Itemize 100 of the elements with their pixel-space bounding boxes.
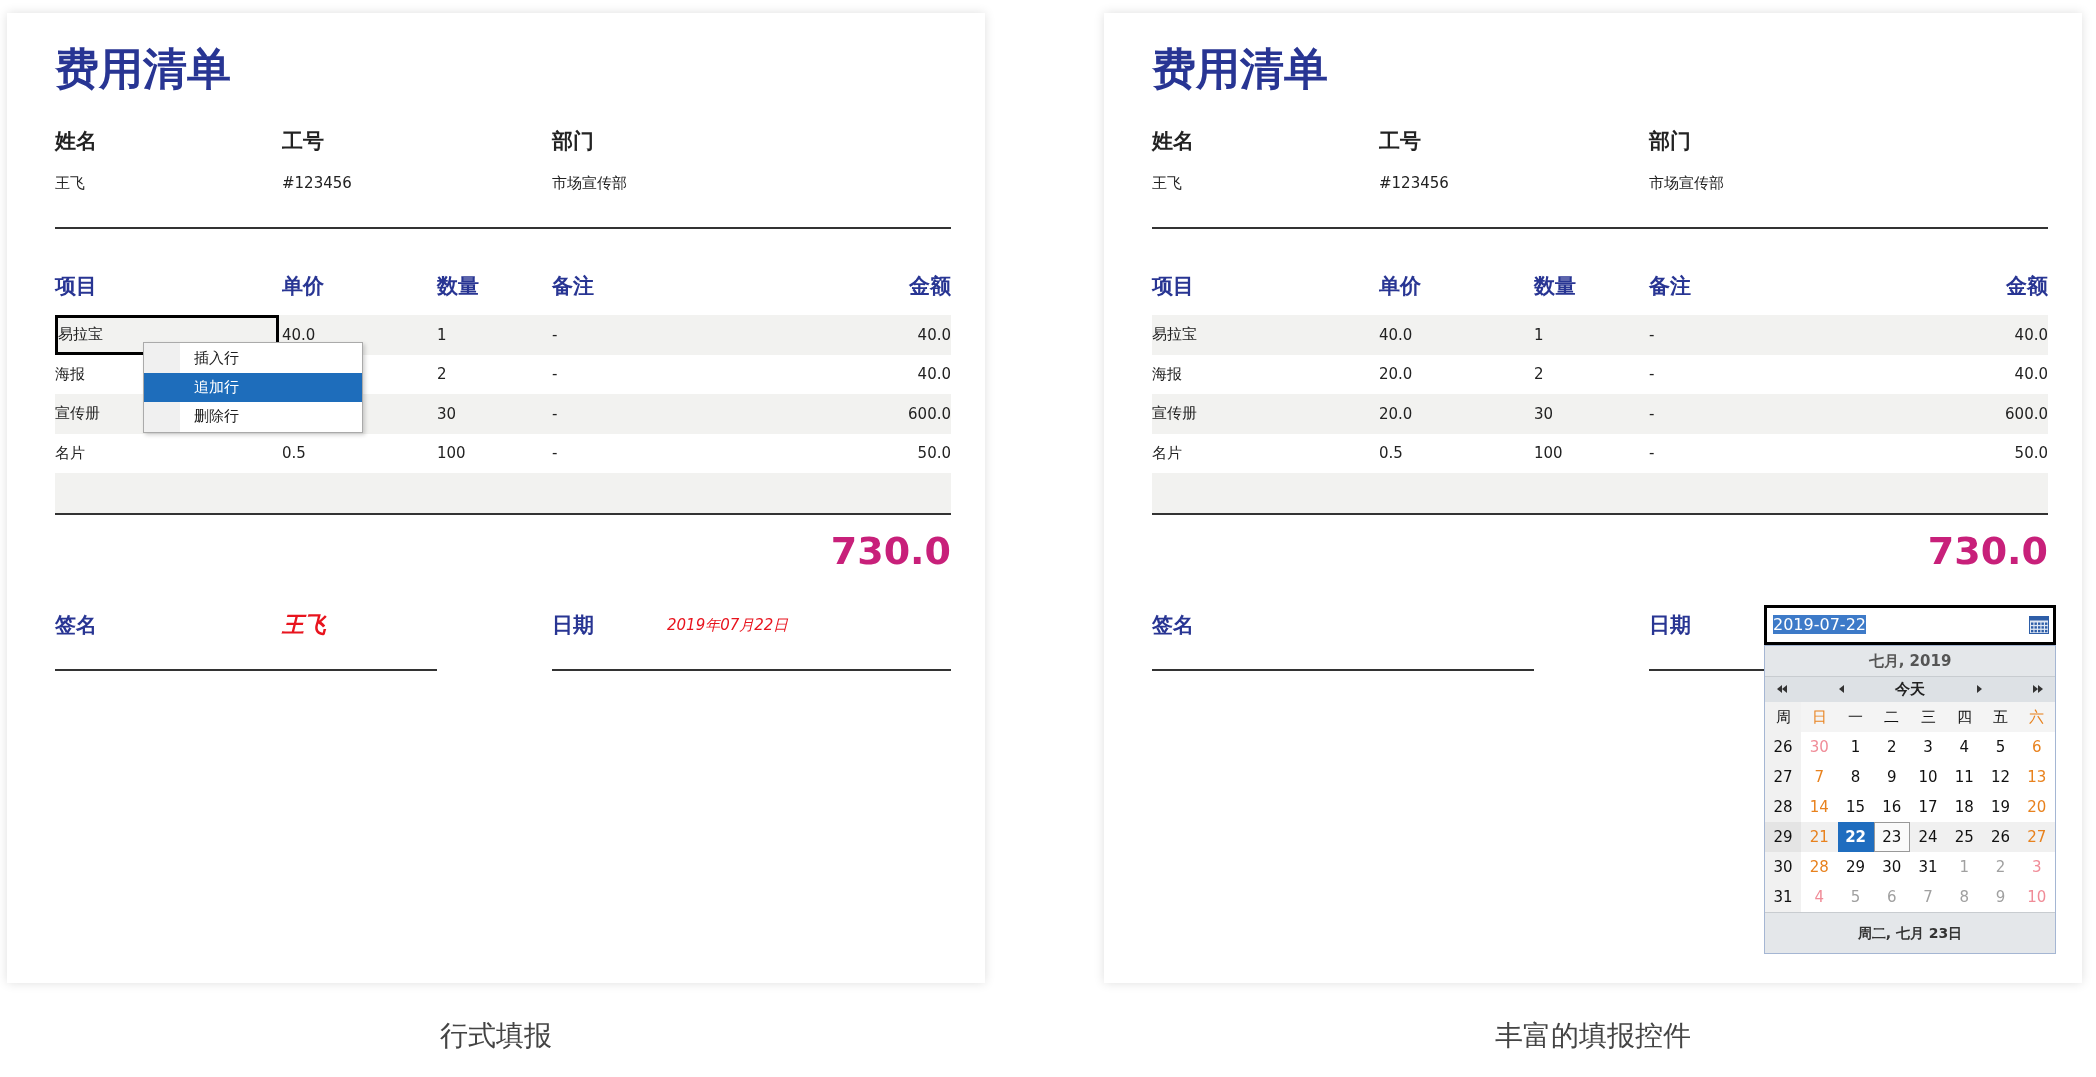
table-cell: - [1649, 365, 1655, 384]
table-cell: 50.0 [917, 444, 951, 463]
weekday-label: 三 [1910, 701, 1947, 732]
calendar-day[interactable]: 15 [1837, 791, 1874, 822]
calendar-day[interactable]: 29 [1837, 851, 1874, 882]
calendar-day[interactable]: 1 [1837, 731, 1874, 762]
menu-item[interactable]: 追加行 [144, 373, 362, 402]
table-cell: 40.0 [282, 325, 316, 344]
total-amount: 730.0 [830, 527, 951, 575]
column-header: 金额 [909, 273, 951, 300]
calendar-day[interactable]: 5 [1982, 731, 2019, 762]
date-label: 日期 [552, 611, 595, 639]
field-label: 姓名 [1152, 128, 1194, 155]
field-label: 姓名 [55, 128, 97, 155]
panel-caption: 丰富的填报控件 [1495, 1018, 1691, 1054]
table-cell[interactable]: 易拉宝 [1152, 325, 1197, 345]
column-header: 备注 [1649, 273, 1691, 300]
field-value: #123456 [1379, 173, 1449, 194]
calendar-day[interactable]: 12 [1982, 761, 2019, 792]
field-value: 王飞 [55, 173, 85, 194]
table-cell: - [1649, 325, 1655, 344]
table-cell: 30 [437, 404, 457, 423]
table-cell: 600.0 [2005, 404, 2048, 423]
signature-label: 签名 [1152, 611, 1195, 639]
table-cell: 2 [437, 365, 447, 384]
signature-label: 签名 [55, 611, 98, 639]
column-header: 数量 [1534, 273, 1576, 300]
week-number: 27 [1765, 761, 1802, 792]
calendar-day[interactable]: 8 [1837, 761, 1874, 792]
menu-item[interactable]: 删除行 [144, 402, 362, 431]
calendar-day[interactable]: 30 [1873, 851, 1910, 882]
table-cell: 40.0 [2014, 365, 2048, 384]
calendar-footer: 周二, 七月 23日 [1765, 911, 2055, 953]
calendar-day[interactable]: 2 [1873, 731, 1910, 762]
calendar-day[interactable]: 22 [1837, 821, 1874, 852]
calendar-day[interactable]: 17 [1910, 791, 1947, 822]
weekday-label: 四 [1946, 701, 1983, 732]
column-header: 备注 [552, 273, 594, 300]
table-cell: - [552, 365, 558, 384]
table-cell: 100 [437, 444, 466, 463]
calendar-day[interactable]: 16 [1873, 791, 1910, 822]
double-right-icon[interactable] [2033, 685, 2043, 693]
table-cell[interactable]: 宣传册 [1152, 404, 1197, 424]
table-cell: 30 [1534, 404, 1554, 423]
calendar-day[interactable]: 23 [1873, 821, 1910, 852]
table-cell: 100 [1534, 444, 1563, 463]
column-header: 金额 [2006, 273, 2048, 300]
calendar-day[interactable]: 19 [1982, 791, 2019, 822]
calendar-day[interactable]: 25 [1946, 821, 1983, 852]
calendar-icon[interactable] [2029, 615, 2049, 634]
date-text: 2019-07-22 [1773, 615, 1866, 634]
week-number: 28 [1765, 791, 1802, 822]
field-label: 部门 [552, 128, 594, 155]
calendar-day[interactable]: 26 [1982, 821, 2019, 852]
table-cell[interactable]: 海报 [1152, 364, 1182, 384]
double-left-icon[interactable] [1777, 685, 1787, 693]
calendar-day[interactable]: 31 [1910, 851, 1947, 882]
table-cell[interactable]: 名片 [55, 443, 85, 463]
field-value: 市场宣传部 [552, 173, 627, 194]
column-header: 单价 [282, 273, 324, 300]
signature-value: 王飞 [282, 610, 326, 639]
date-field[interactable]: 2019-07-22 [1764, 604, 2056, 645]
table-cell: 600.0 [908, 404, 951, 423]
left-arrow-icon[interactable] [1838, 685, 1844, 693]
calendar-day[interactable]: 18 [1946, 791, 1983, 822]
field-value: 王飞 [1152, 173, 1182, 194]
calendar-day[interactable]: 4 [1946, 731, 1983, 762]
week-number: 29 [1765, 821, 1802, 852]
table-cell[interactable]: 宣传册 [55, 404, 100, 424]
calendar-day[interactable]: 10 [1910, 761, 1947, 792]
calendar-day[interactable]: 24 [1910, 821, 1947, 852]
table-cell: 40.0 [917, 365, 951, 384]
table-cell: 2 [1534, 365, 1544, 384]
calendar-day[interactable]: 11 [1946, 761, 1983, 792]
table-cell: - [1649, 444, 1655, 463]
calendar-month-title[interactable]: 七月, 2019 [1765, 645, 2055, 677]
table-cell: - [552, 444, 558, 463]
week-number: 31 [1765, 881, 1802, 912]
table-cell: 40.0 [917, 325, 951, 344]
table-cell: 0.5 [1379, 444, 1403, 463]
today-button[interactable]: 今天 [1895, 679, 1925, 699]
total-amount: 730.0 [1927, 527, 2048, 575]
week-number: 30 [1765, 851, 1802, 882]
calendar-day[interactable]: 9 [1873, 761, 1910, 792]
calendar-day[interactable]: 3 [1910, 731, 1947, 762]
table-cell[interactable]: 名片 [1152, 443, 1182, 463]
column-header: 项目 [1152, 273, 1194, 300]
column-header: 项目 [55, 273, 97, 300]
table-cell: 20.0 [1379, 404, 1413, 423]
table-cell[interactable]: 海报 [55, 364, 85, 384]
table-cell: - [552, 325, 558, 344]
table-cell: 1 [1534, 325, 1544, 344]
table-cell: 0.5 [282, 444, 306, 463]
field-label: 工号 [282, 128, 324, 155]
field-label: 部门 [1649, 128, 1691, 155]
table-cell: - [1649, 404, 1655, 423]
document-title: 费用清单 [55, 42, 231, 96]
week-number: 26 [1765, 731, 1802, 762]
table-cell: 1 [437, 325, 447, 344]
right-arrow-icon[interactable] [1976, 685, 1982, 693]
